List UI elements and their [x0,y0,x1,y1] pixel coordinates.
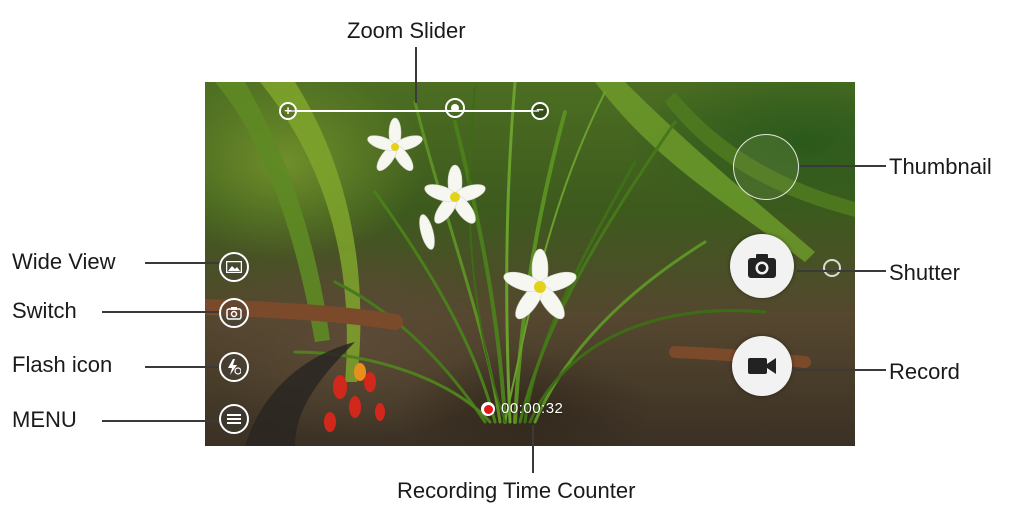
record-button[interactable] [732,336,792,396]
switch-label: Switch [12,298,77,323]
flash-button[interactable] [219,352,249,382]
wide-view-button[interactable] [219,252,249,282]
switch-leader [102,311,219,313]
zoom-slider-label: Zoom Slider [347,18,466,43]
menu-icon [227,414,241,424]
menu-leader [102,420,219,422]
menu-button[interactable] [219,404,249,434]
zoom-track [289,110,539,112]
zoom-out-icon[interactable]: − [531,102,549,120]
wide-view-icon [226,261,242,273]
record-leader [792,369,886,371]
camera-icon [748,254,776,278]
camera-switch-icon [226,307,242,320]
flash-icon-label: Flash icon [12,352,113,377]
zoom-slider-leader [415,47,417,103]
switch-camera-button[interactable] [219,298,249,328]
thumbnail-leader [800,165,886,167]
menu-label: MENU [12,407,77,432]
mode-toggle-icon[interactable] [823,259,841,277]
thumbnail-label: Thumbnail [889,154,992,179]
zoom-slider-thumb[interactable] [445,98,465,118]
recording-time-counter-label: Recording Time Counter [397,478,636,503]
shutter-button[interactable] [730,234,794,298]
gallery-thumbnail[interactable] [733,134,799,200]
zoom-slider[interactable]: + − [279,98,549,120]
wide-view-leader [145,262,219,264]
flash-icon-leader [145,366,219,368]
recording-time-counter: 00:00:32 [501,400,564,417]
wide-view-label: Wide View [12,249,116,274]
shutter-leader [797,270,886,272]
video-camera-icon [748,358,776,374]
record-label: Record [889,359,960,384]
flash-icon [228,359,241,375]
recording-dot-icon [481,402,495,416]
shutter-label: Shutter [889,260,960,285]
camera-viewfinder[interactable]: + − 00:00:32 [205,82,855,446]
recording-time-counter-leader [532,425,534,473]
zoom-in-icon[interactable]: + [279,102,297,120]
